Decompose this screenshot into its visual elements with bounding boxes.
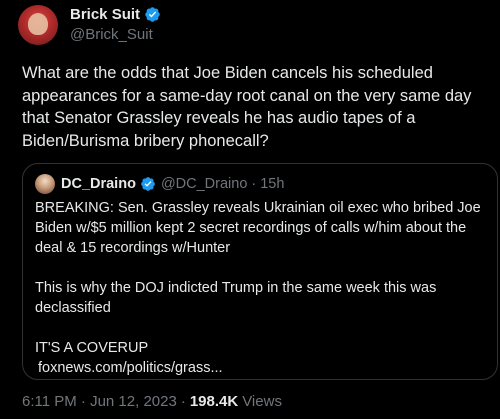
views-count: 198.4K <box>189 393 239 410</box>
quoted-display-name: DC_Draino <box>61 176 136 192</box>
tweet: Brick Suit @Brick_Suit What are the odds… <box>0 0 500 419</box>
author-row: Brick Suit @Brick_Suit <box>18 2 161 45</box>
name-line: Brick Suit <box>70 6 161 23</box>
quoted-separator: · <box>251 176 257 192</box>
tweet-footer: 6:11 PM · Jun 12, 2023 · 198.4K Views <box>22 393 282 410</box>
quoted-tweet[interactable]: DC_Draino @DC_Draino · 15h BREAKING: Sen… <box>22 163 498 380</box>
verified-badge-icon[interactable] <box>144 6 161 23</box>
views-label: Views <box>242 393 282 410</box>
quoted-handle: @DC_Draino <box>160 176 248 192</box>
quoted-header: DC_Draino @DC_Draino · 15h <box>35 174 485 194</box>
quoted-text: BREAKING: Sen. Grassley reveals Ukrainia… <box>35 200 481 356</box>
quoted-verified-badge-icon <box>140 176 157 193</box>
quoted-avatar <box>35 174 55 194</box>
avatar[interactable] <box>18 5 58 45</box>
display-name[interactable]: Brick Suit <box>70 6 140 23</box>
footer-separator: · <box>180 393 186 410</box>
author-meta: Brick Suit @Brick_Suit <box>70 6 161 43</box>
timestamp[interactable]: 6:11 PM · Jun 12, 2023 <box>22 393 177 410</box>
tweet-text: What are the odds that Joe Biden cancels… <box>22 64 472 150</box>
handle[interactable]: @Brick_Suit <box>70 26 161 43</box>
quoted-time: 15h <box>260 176 285 192</box>
quoted-link[interactable]: foxnews.com/politics/grass... <box>35 358 485 378</box>
